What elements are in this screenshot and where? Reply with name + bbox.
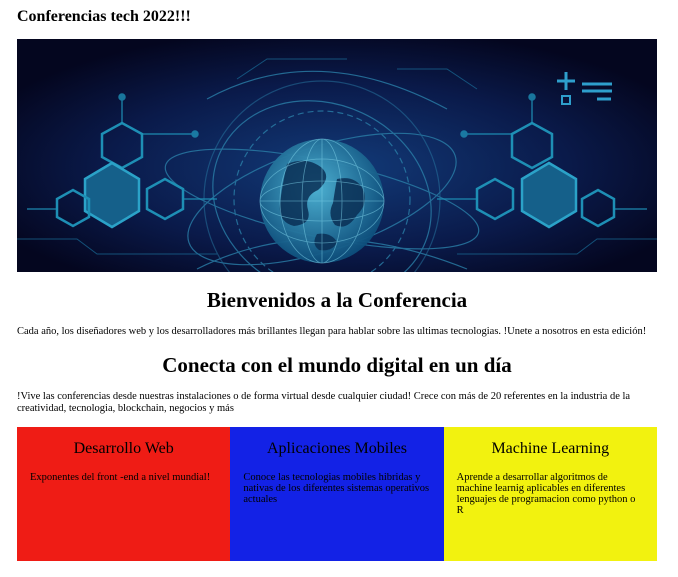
welcome-heading: Bienvenidos a la Conferencia (206, 288, 468, 312)
globe-network-icon (17, 39, 657, 272)
card-aplicaciones-mobiles: Aplicaciones Mobiles Conoce las tecnolog… (230, 427, 444, 561)
connect-text: !Vive las conferencias desde nuestras in… (17, 391, 631, 414)
card-title: Machine Learning (491, 440, 610, 457)
card-text: Conoce las tecnologias mobiles hibridas … (243, 472, 430, 505)
topics-section: Desarrollo Web Exponentes del front -end… (17, 427, 657, 561)
connect-heading: Conecta con el mundo digital en un día (162, 353, 512, 377)
page: Conferencias tech 2022!!! Bienvenidos a … (0, 0, 678, 577)
site-title: Conferencias tech 2022!!! (17, 8, 191, 25)
card-text: Aprende a desarrollar algoritmos de mach… (456, 472, 636, 516)
card-text: Exponentes del front -end a nivel mundia… (30, 472, 211, 483)
welcome-text: Cada año, los diseñadores web y los desa… (17, 326, 647, 337)
card-machine-learning: Machine Learning Aprende a desarrollar a… (443, 427, 657, 561)
card-title: Aplicaciones Mobiles (267, 440, 407, 457)
card-title: Desarrollo Web (73, 440, 174, 457)
hero-banner (17, 39, 657, 272)
card-desarrollo-web: Desarrollo Web Exponentes del front -end… (17, 427, 231, 561)
